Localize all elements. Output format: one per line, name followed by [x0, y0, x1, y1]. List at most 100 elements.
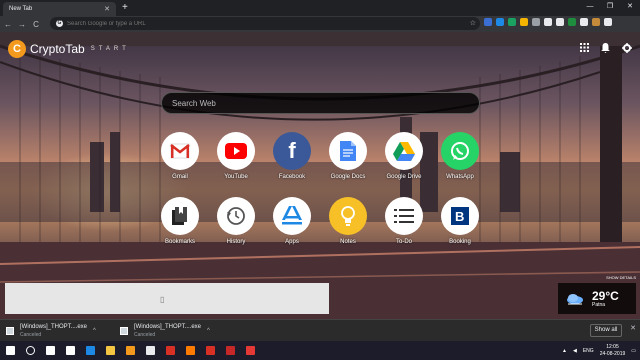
speed-dial-tile[interactable]: Google Docs	[320, 132, 376, 180]
extension-icon[interactable]	[556, 18, 564, 26]
facebook-icon: f	[273, 132, 311, 170]
speed-dial-tile[interactable]: To-Do	[376, 197, 432, 245]
speed-dial-tile[interactable]: Notes	[320, 197, 376, 245]
speed-dial-tile[interactable]: Apps	[264, 197, 320, 245]
opera-icon[interactable]	[160, 341, 180, 360]
minimize-icon[interactable]: —	[580, 0, 600, 14]
notifications-bell-icon[interactable]	[601, 43, 610, 56]
tile-label: Notes	[340, 239, 356, 245]
address-input[interactable]	[67, 20, 447, 27]
speed-dial-tile[interactable]: WhatsApp	[432, 132, 488, 180]
extension-icon[interactable]	[592, 18, 600, 26]
weather-widget[interactable]: 29°C Patna	[558, 283, 636, 314]
window-controls: — ❐ ✕	[580, 0, 640, 14]
extension-icon[interactable]	[604, 18, 612, 26]
extension-icon[interactable]	[568, 18, 576, 26]
download-item-2[interactable]: [Windows]_THOPT....exe Canceled ^	[120, 323, 210, 339]
extension-icon[interactable]	[484, 18, 492, 26]
volume-icon[interactable]: ◀	[573, 348, 577, 354]
app-icon[interactable]	[220, 341, 240, 360]
extension-icon[interactable]	[544, 18, 552, 26]
extension-icon[interactable]	[520, 18, 528, 26]
svg-text:B: B	[455, 209, 464, 224]
forward-icon[interactable]: →	[16, 20, 28, 29]
top-right-actions	[580, 43, 632, 56]
tile-label: History	[226, 239, 246, 245]
tile-label: Gmail	[172, 174, 188, 180]
start-icon[interactable]	[0, 341, 20, 360]
file-explorer-icon[interactable]	[100, 341, 120, 360]
extensions-bar	[484, 18, 612, 26]
download-filename: [Windows]_THOPT....exe	[134, 324, 202, 330]
speed-dial-tile[interactable]: B Booking	[432, 197, 488, 245]
youtube-icon	[217, 132, 255, 170]
search-web-box[interactable]	[161, 92, 480, 114]
notes-icon	[329, 197, 367, 235]
store-icon[interactable]	[140, 341, 160, 360]
cryptotab-taskbar-icon[interactable]	[120, 341, 140, 360]
history-icon	[217, 197, 255, 235]
close-window-icon[interactable]: ✕	[620, 0, 640, 14]
whatsapp-icon	[441, 132, 479, 170]
tab-new-tab[interactable]: New Tab ✕	[3, 2, 116, 16]
cryptotab-logo-icon: C	[8, 40, 26, 58]
chevron-up-icon[interactable]: ^	[93, 328, 96, 334]
notifications-icon[interactable]: ▭	[631, 348, 636, 354]
google-drive-icon	[385, 132, 423, 170]
extension-icon[interactable]	[580, 18, 588, 26]
speed-dial-tile[interactable]: Bookmarks	[152, 197, 208, 245]
new-tab-button[interactable]: +	[122, 2, 128, 14]
clock[interactable]: 12:05 24-08-2019	[600, 344, 626, 358]
network-icon[interactable]: ▲	[562, 348, 567, 354]
tab-close-icon[interactable]: ✕	[104, 5, 110, 13]
new-tab-page: C CryptoTab START GmailYouTubefFaceboo	[0, 32, 640, 319]
weather-cloud-icon	[567, 293, 583, 304]
downloads-shelf: [Windows]_THOPT....exe Canceled ^ [Windo…	[0, 319, 640, 341]
download-filename: [Windows]_THOPT....exe	[20, 324, 88, 330]
bookmark-star-icon[interactable]: ☆	[470, 17, 476, 30]
extension-icon[interactable]	[496, 18, 504, 26]
download-texts: [Windows]_THOPT....exe Canceled	[20, 323, 87, 339]
maximize-icon[interactable]: ❐	[600, 0, 620, 14]
brand-name: CryptoTab	[30, 42, 85, 56]
task-view-icon[interactable]	[60, 341, 80, 360]
speed-dial-tile[interactable]: History	[208, 197, 264, 245]
settings-gear-icon[interactable]	[622, 43, 632, 56]
app-icon[interactable]	[200, 341, 220, 360]
tile-label: Google Drive	[386, 174, 422, 180]
search-web-input[interactable]	[172, 98, 462, 108]
apps-grid-icon[interactable]	[580, 43, 589, 56]
show-all-button[interactable]: Show all	[590, 324, 622, 337]
time: 12:05	[606, 343, 619, 350]
show-details-link[interactable]: SHOW DETAILS	[606, 275, 636, 280]
app-icon[interactable]	[240, 341, 260, 360]
extension-icon[interactable]	[508, 18, 516, 26]
todo-icon	[385, 197, 423, 235]
apps-icon	[273, 197, 311, 235]
back-icon[interactable]: ←	[2, 20, 14, 29]
download-status: Canceled	[134, 332, 156, 338]
speed-dial-tile[interactable]: YouTube	[208, 132, 264, 180]
speed-dial-tile[interactable]: Google Drive	[376, 132, 432, 180]
cortana-icon[interactable]	[40, 341, 60, 360]
edge-icon[interactable]	[80, 341, 100, 360]
extension-icon[interactable]	[532, 18, 540, 26]
taskbar-apps	[0, 341, 260, 360]
language-indicator[interactable]: ENG	[583, 348, 594, 354]
speed-dial-tile[interactable]: Gmail	[152, 132, 208, 180]
tile-label: Bookmarks	[164, 239, 195, 245]
cryptotab-brand[interactable]: C CryptoTab START	[8, 40, 130, 58]
speed-dial-tile[interactable]: f Facebook	[264, 132, 320, 180]
firefox-icon[interactable]	[180, 341, 200, 360]
browser-toolbar: ← → C G ☆	[0, 16, 640, 32]
gmail-icon	[161, 132, 199, 170]
reload-icon[interactable]: C	[30, 20, 42, 29]
chevron-up-icon[interactable]: ^	[207, 328, 210, 334]
document-icon: ▯	[160, 295, 165, 304]
system-tray: ▲ ◀ ENG 12:05 24-08-2019 ▭	[562, 341, 636, 360]
address-bar[interactable]: G ☆	[50, 17, 480, 30]
brand-subtitle: START	[90, 46, 130, 52]
close-shelf-icon[interactable]: ✕	[630, 324, 636, 332]
download-item-1[interactable]: [Windows]_THOPT....exe Canceled ^	[6, 323, 96, 339]
search-icon[interactable]	[20, 341, 40, 360]
